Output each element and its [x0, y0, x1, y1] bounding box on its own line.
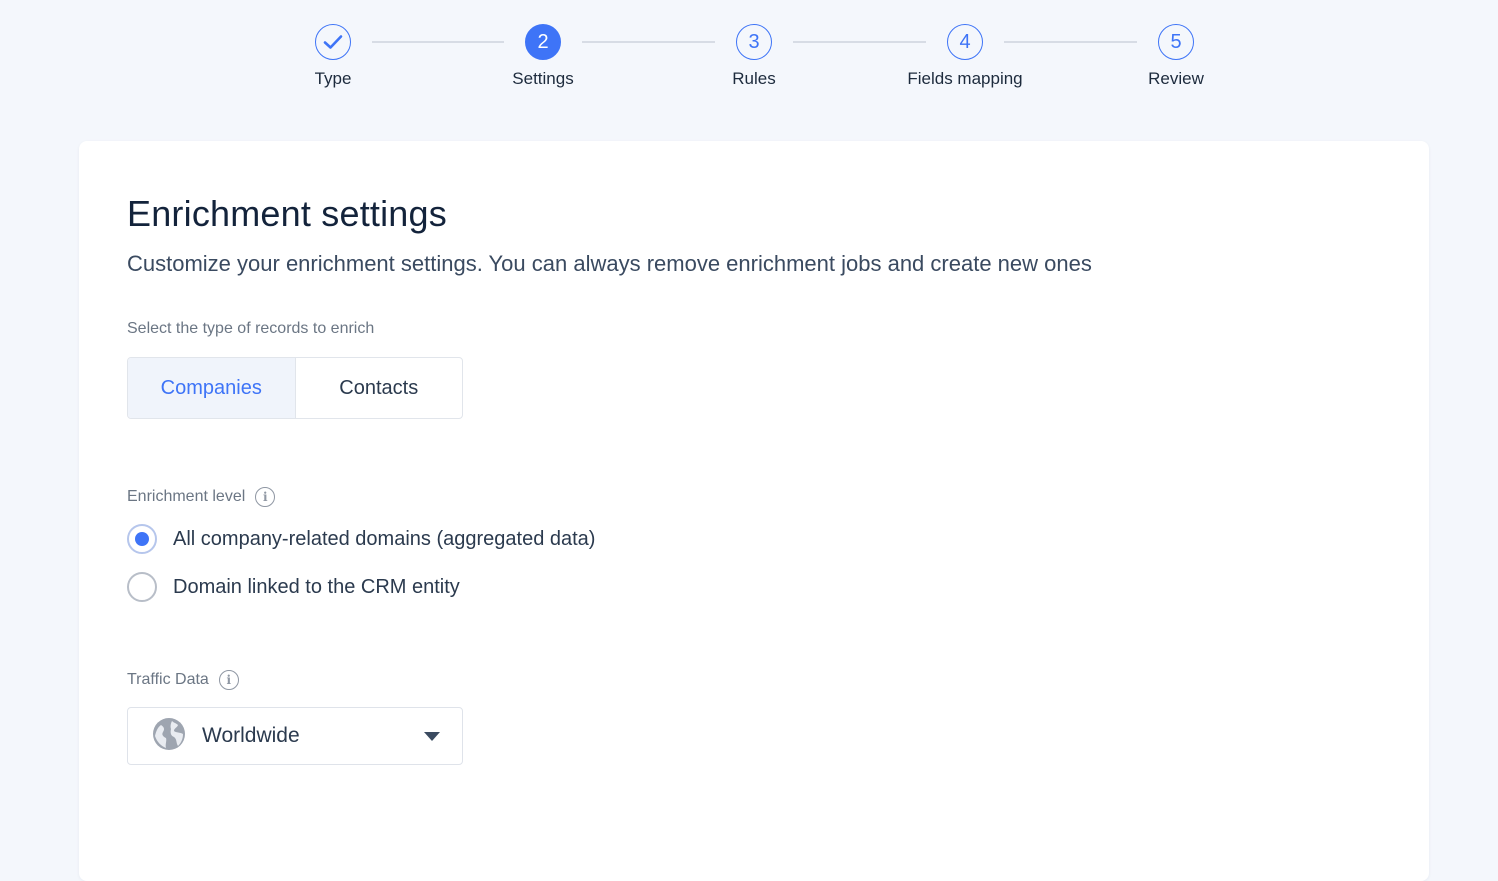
globe-icon [152, 717, 186, 756]
chevron-down-icon [424, 732, 440, 741]
step-label: Review [1148, 69, 1204, 88]
record-type-label-text: Select the type of records to enrich [127, 320, 375, 337]
step-rules[interactable]: 3 Rules [684, 24, 824, 89]
step-review[interactable]: 5 Review [1106, 24, 1246, 89]
radio-label: Domain linked to the CRM entity [173, 575, 460, 598]
enrichment-level-label-text: Enrichment level [127, 488, 246, 505]
step-label: Fields mapping [907, 69, 1023, 88]
step-label: Settings [512, 69, 574, 88]
traffic-data-label: Traffic Data i [127, 670, 239, 690]
step-settings[interactable]: 2 Settings [473, 24, 613, 89]
step-type[interactable]: Type [263, 24, 403, 89]
step-label: Type [314, 69, 352, 88]
info-icon[interactable]: i [255, 487, 276, 507]
step-label: Rules [732, 69, 776, 88]
radio-label: All company-related domains (aggregated … [173, 527, 596, 550]
radio-button-checked[interactable] [127, 524, 157, 554]
step-number: 5 [1158, 24, 1194, 60]
step-number: 2 [525, 24, 561, 60]
settings-card: Enrichment settings Customize your enric… [79, 141, 1429, 881]
check-icon [315, 24, 351, 60]
radio-option-aggregated[interactable]: All company-related domains (aggregated … [127, 524, 595, 554]
step-number: 3 [736, 24, 772, 60]
enrichment-level-label: Enrichment level i [127, 487, 276, 507]
radio-button[interactable] [127, 572, 157, 602]
record-type-selector: Companies Contacts [127, 357, 463, 419]
traffic-data-dropdown[interactable]: Worldwide [127, 707, 463, 765]
step-number: 4 [947, 24, 983, 60]
page-subtitle: Customize your enrichment settings. You … [127, 251, 1092, 276]
info-icon[interactable]: i [218, 670, 239, 690]
traffic-data-label-text: Traffic Data [127, 671, 209, 688]
page-title: Enrichment settings [127, 193, 447, 234]
traffic-data-value: Worldwide [202, 724, 300, 747]
step-fields-mapping[interactable]: 4 Fields mapping [895, 24, 1035, 89]
companies-option[interactable]: Companies [128, 358, 296, 418]
radio-option-crm-domain[interactable]: Domain linked to the CRM entity [127, 572, 460, 602]
contacts-option[interactable]: Contacts [296, 358, 463, 418]
record-type-label: Select the type of records to enrich [127, 320, 374, 338]
stepper: Type 2 Settings 3 Rules 4 Fields mapping… [0, 0, 1498, 110]
